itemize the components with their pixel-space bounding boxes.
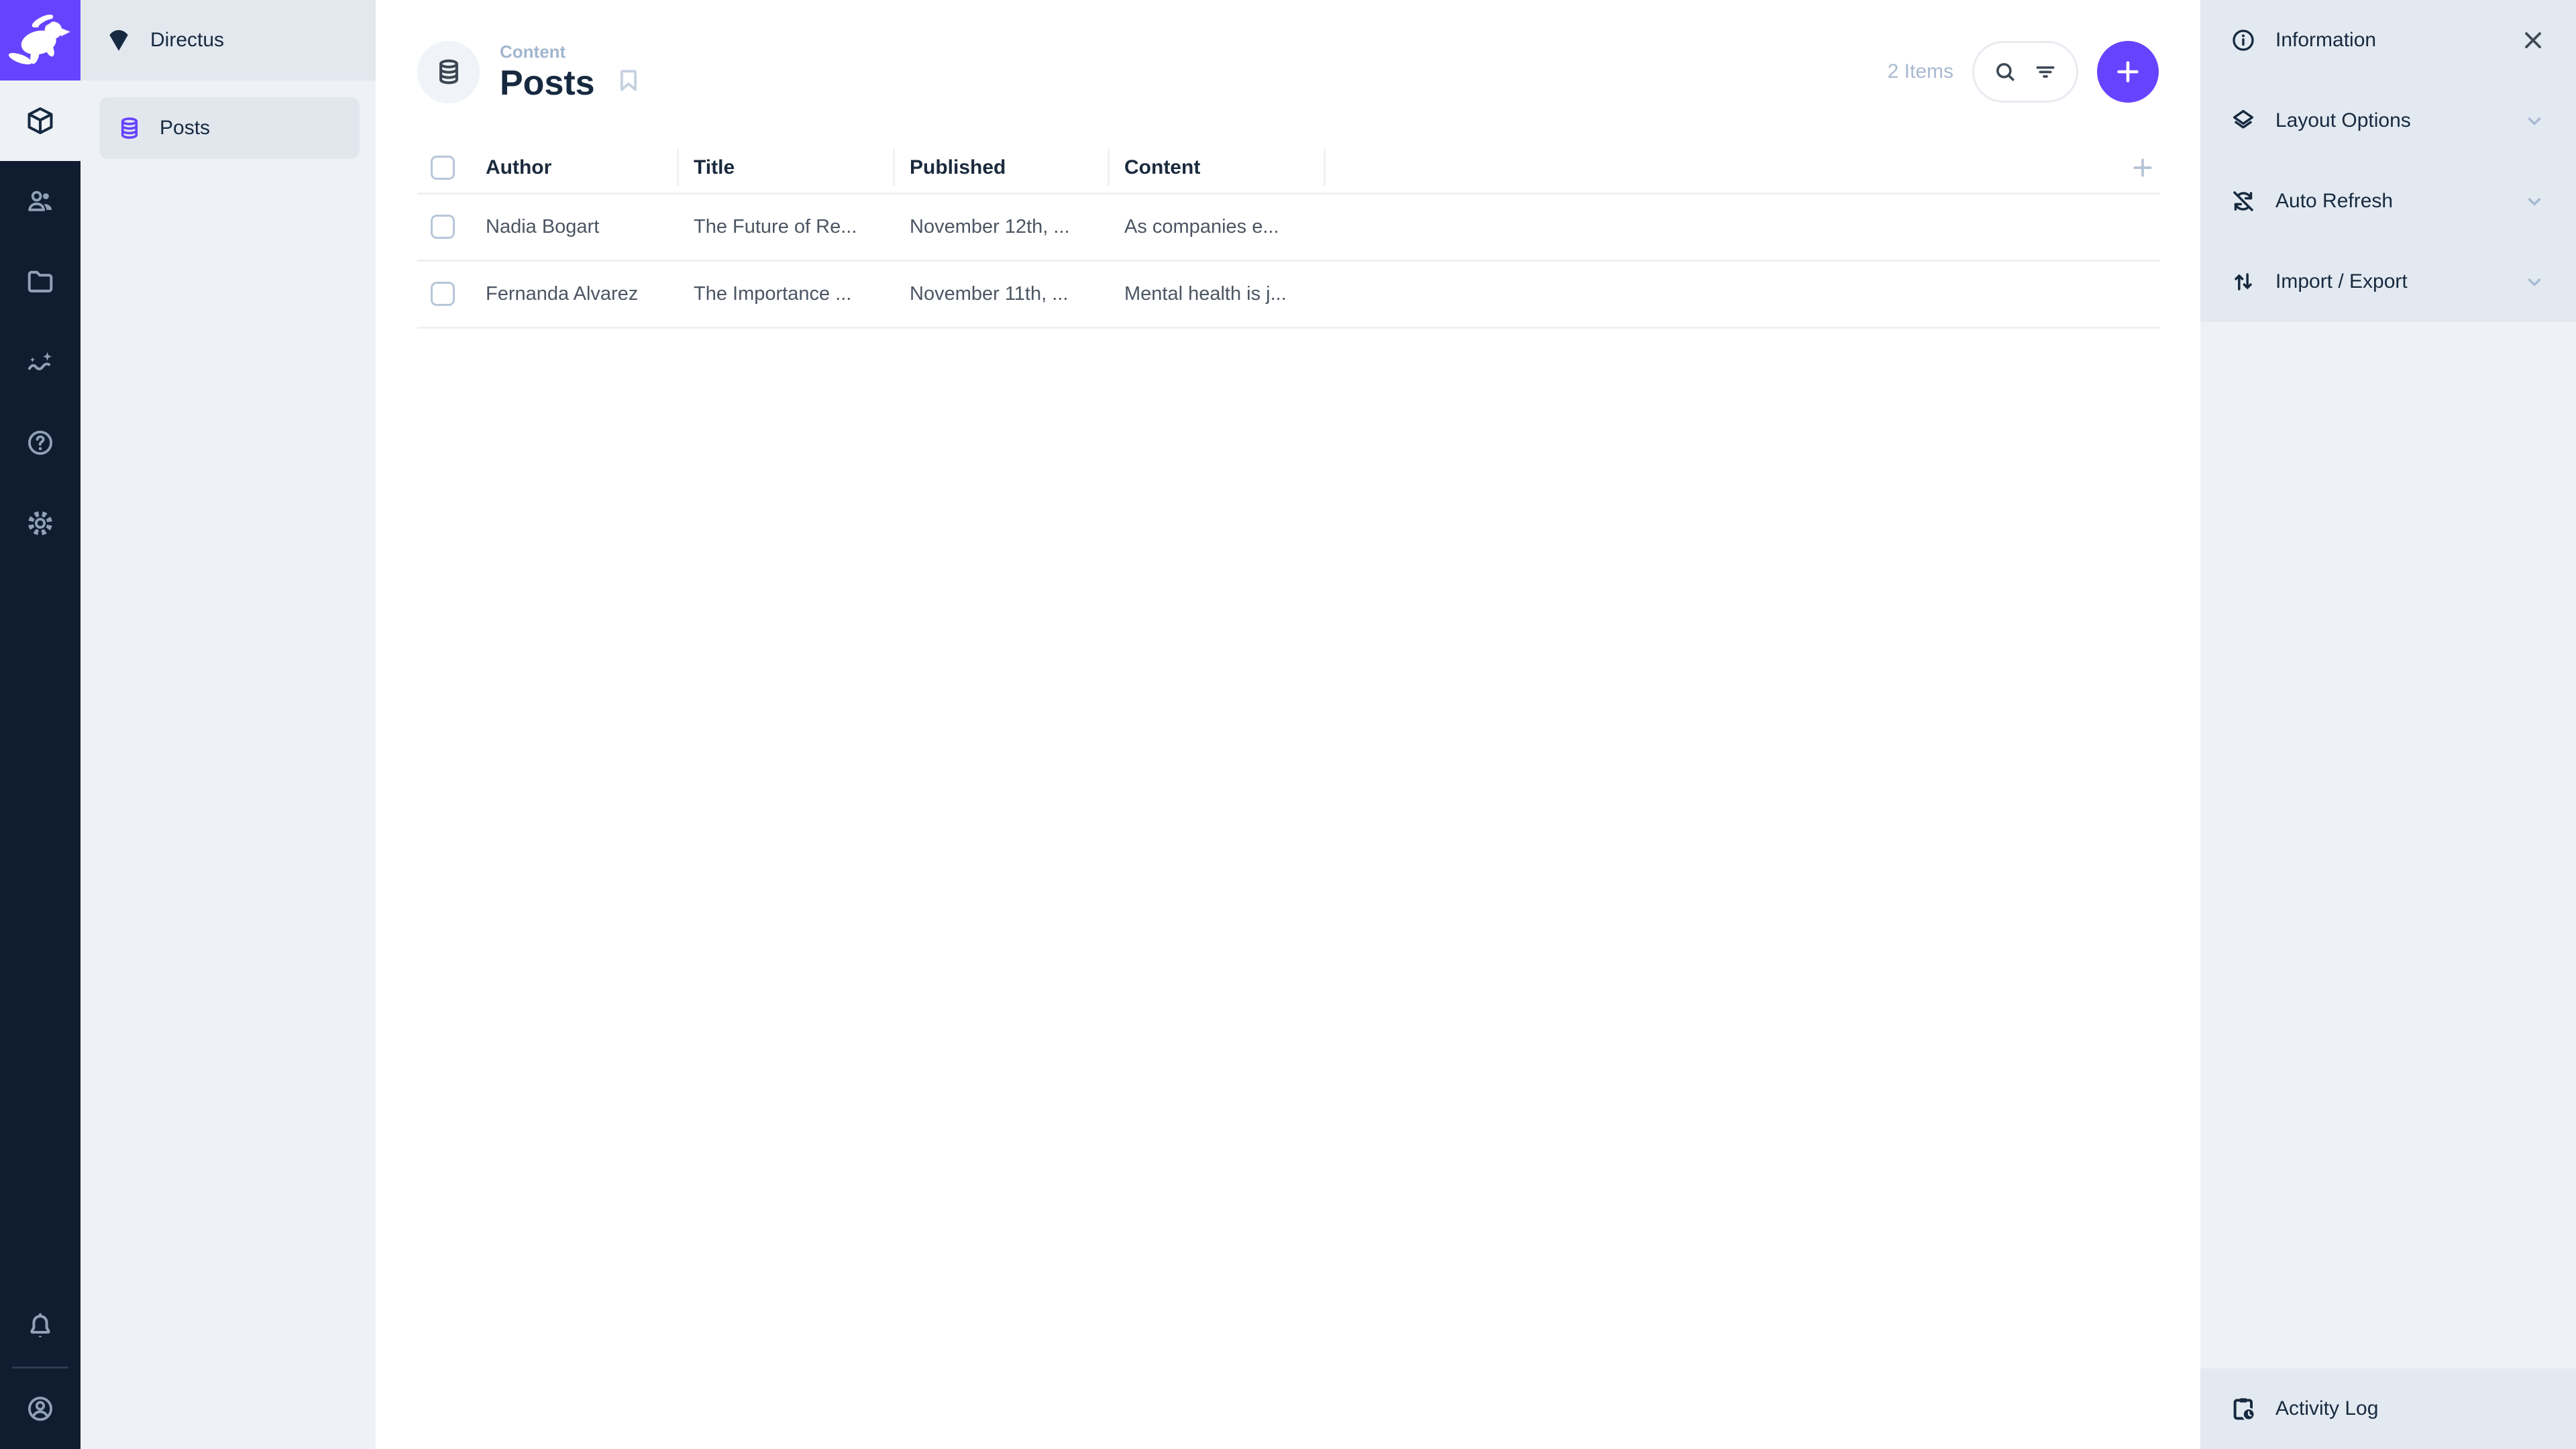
sidebar-item-posts[interactable]: Posts: [99, 97, 360, 159]
sidebar-section-label: Import / Export: [2275, 270, 2408, 292]
module-item-notifications[interactable]: [0, 1286, 80, 1366]
people-icon: [25, 186, 56, 217]
table-row[interactable]: Nadia Bogart The Future of Re... Novembe…: [417, 193, 2160, 262]
sidebar-section-import-export[interactable]: Import / Export: [2200, 241, 2576, 322]
nav-sidebar: Directus Posts: [80, 0, 376, 1449]
activity-log-icon: [2230, 1395, 2257, 1422]
box-icon: [25, 105, 56, 136]
bell-icon: [25, 1311, 56, 1342]
add-column-icon[interactable]: [2129, 156, 2156, 178]
sidebar-section-layout-options[interactable]: Layout Options: [2200, 80, 2576, 161]
import-export-icon: [2230, 268, 2257, 295]
sidebar-section-auto-refresh[interactable]: Auto Refresh: [2200, 161, 2576, 241]
sidebar-section-information: Information: [2200, 0, 2576, 80]
sidebar-section-label: Auto Refresh: [2275, 190, 2394, 212]
collection-icon-circle: [417, 40, 480, 103]
gear-icon: [25, 508, 56, 539]
database-icon: [434, 57, 464, 87]
folder-icon: [25, 266, 56, 297]
project-chooser[interactable]: Directus: [80, 0, 376, 80]
cell-content: As companies e...: [1108, 193, 1324, 262]
collection-table: Author Title Published Content Nadia Bog…: [417, 144, 2160, 329]
cell-author: Fernanda Alvarez: [470, 260, 678, 329]
module-item-files[interactable]: [0, 241, 80, 322]
cell-author: Nadia Bogart: [470, 193, 678, 262]
row-checkbox[interactable]: [431, 215, 455, 239]
title-block: Content Posts: [500, 42, 595, 102]
sidebar-section-label: Information: [2275, 29, 2377, 51]
column-header-content[interactable]: Content: [1108, 144, 1324, 195]
plus-icon: [2112, 56, 2143, 87]
sidebar-section-label: Activity Log: [2275, 1397, 2379, 1419]
column-header-published[interactable]: Published: [893, 144, 1108, 195]
directus-rabbit-icon: [3, 3, 77, 77]
account-circle-icon: [25, 1393, 56, 1424]
bookmark-icon[interactable]: [614, 66, 643, 95]
breadcrumb: Content: [500, 42, 566, 62]
cell-title: The Future of Re...: [678, 193, 894, 262]
module-item-content[interactable]: [0, 80, 80, 161]
add-column-header: [1324, 144, 2160, 195]
select-all-checkbox[interactable]: [431, 156, 455, 180]
column-header-author[interactable]: Author: [470, 144, 678, 195]
sidebar-section-label: Layout Options: [2275, 109, 2411, 131]
module-item-users[interactable]: [0, 161, 80, 241]
info-icon: [2230, 27, 2257, 54]
module-bar-spacer: [0, 564, 80, 1286]
sync-off-icon: [2230, 188, 2257, 215]
module-bar: [0, 0, 80, 1449]
fan-icon: [105, 26, 133, 54]
table-row[interactable]: Fernanda Alvarez The Importance ... Nove…: [417, 260, 2160, 329]
search-icon[interactable]: [1992, 58, 2019, 85]
help-icon: [25, 427, 56, 458]
search-filter-pill: [1972, 41, 2078, 103]
layers-icon: [2230, 107, 2257, 134]
filter-icon[interactable]: [2032, 58, 2059, 85]
page-title: Posts: [500, 64, 595, 103]
chevron-down-icon: [2522, 270, 2546, 294]
module-item-account[interactable]: [0, 1368, 80, 1449]
column-header-title[interactable]: Title: [677, 144, 894, 195]
cell-published: November 11th, ...: [894, 260, 1108, 329]
chevron-down-icon: [2522, 109, 2546, 133]
database-icon: [117, 115, 142, 141]
table-header-row: Author Title Published Content: [417, 144, 2160, 195]
header-actions: 2 Items: [1888, 41, 2159, 103]
cell-title: The Importance ...: [678, 260, 894, 329]
chevron-down-icon: [2522, 189, 2546, 213]
module-item-insights[interactable]: [0, 322, 80, 402]
project-name: Directus: [150, 29, 225, 51]
page-header: Content Posts 2 Items: [376, 0, 2200, 144]
cell-published: November 12th, ...: [894, 193, 1108, 262]
sidebar-item-label: Posts: [160, 117, 211, 139]
collection-table-wrap: Author Title Published Content Nadia Bog…: [376, 144, 2200, 329]
sidebar-section-activity-log[interactable]: Activity Log: [2200, 1368, 2576, 1449]
items-count: 2 Items: [1887, 60, 1953, 83]
close-icon[interactable]: [2520, 27, 2546, 54]
directus-logo-tile[interactable]: [0, 0, 80, 80]
main-content: Content Posts 2 Items Author Title Publi…: [376, 0, 2200, 1449]
info-sidebar: Information Layout Options Auto Refresh …: [2200, 0, 2576, 1449]
module-item-help[interactable]: [0, 402, 80, 483]
chart-icon: [25, 347, 56, 378]
row-checkbox[interactable]: [431, 282, 455, 306]
module-item-settings[interactable]: [0, 483, 80, 564]
cell-content: Mental health is j...: [1108, 260, 1324, 329]
add-item-button[interactable]: [2097, 41, 2159, 103]
